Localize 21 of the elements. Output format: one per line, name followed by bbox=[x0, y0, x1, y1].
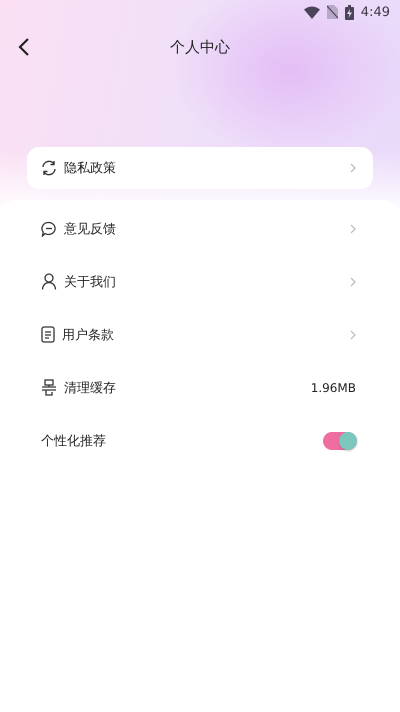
chevron-icon bbox=[350, 163, 356, 173]
menu-item[interactable]: 个性化推荐 bbox=[0, 414, 400, 467]
chevron-icon bbox=[350, 224, 356, 234]
menu-item[interactable]: 隐私政策 bbox=[27, 147, 373, 189]
status-time: 4:49 bbox=[360, 4, 390, 20]
wifi-icon bbox=[304, 6, 320, 18]
menu-item[interactable]: 清理缓存 1.96MB bbox=[0, 361, 400, 414]
menu-item[interactable]: 用户条款 bbox=[0, 308, 400, 361]
menu-item[interactable]: 意见反馈 bbox=[0, 202, 400, 255]
refresh-icon bbox=[41, 160, 57, 176]
chevron-icon bbox=[350, 276, 356, 286]
menu-item[interactable]: 关于我们 bbox=[0, 255, 400, 308]
no-sim-icon bbox=[326, 5, 338, 19]
cache-size: 1.96MB bbox=[310, 380, 356, 394]
document-icon bbox=[41, 326, 55, 343]
chevron-icon bbox=[350, 330, 356, 340]
toggle-switch[interactable] bbox=[323, 432, 357, 450]
chat-bubble-icon bbox=[41, 220, 57, 236]
page-title: 个人中心 bbox=[170, 38, 230, 56]
battery-charging-icon bbox=[344, 4, 354, 20]
person-icon bbox=[41, 273, 57, 290]
